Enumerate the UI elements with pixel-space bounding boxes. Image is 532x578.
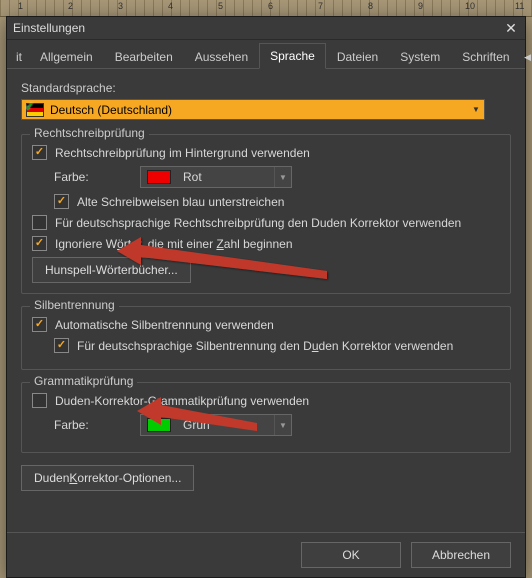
color-swatch-red	[147, 170, 171, 184]
grammar-color-label: Farbe:	[54, 418, 140, 432]
hunspell-dictionaries-button[interactable]: Hunspell-Wörterbücher...	[32, 257, 191, 283]
ruler: 1234567891011	[0, 0, 532, 17]
check-duden-grammar[interactable]	[32, 393, 47, 408]
check-old-spelling-label: Alte Schreibweisen blau unterstreichen	[77, 195, 284, 209]
ok-button[interactable]: OK	[301, 542, 401, 568]
check-background-spell-label: Rechtschreibprüfung im Hintergrund verwe…	[55, 146, 310, 160]
check-duden-hyphen[interactable]	[54, 338, 69, 353]
chevron-down-icon: ▼	[274, 167, 291, 187]
check-auto-hyphen[interactable]	[32, 317, 47, 332]
chevron-down-icon: ▼	[274, 415, 291, 435]
flag-de-icon	[26, 103, 44, 117]
tab-general[interactable]: Allgemein	[29, 44, 104, 69]
check-ignore-number-words-label: Ignoriere Wörter, die mit einer Zahl beg…	[55, 237, 293, 251]
spellcheck-legend: Rechtschreibprüfung	[30, 126, 149, 140]
spell-color-combo[interactable]: Rot ▼	[140, 166, 292, 188]
tab-edit[interactable]: Bearbeiten	[104, 44, 184, 69]
tab-files[interactable]: Dateien	[326, 44, 389, 69]
dialog-footer: OK Abbrechen	[7, 532, 525, 577]
check-duden-hyphen-label: Für deutschsprachige Silbentrennung den …	[77, 339, 453, 353]
tab-scroll-left-icon[interactable]: ◀	[521, 46, 532, 68]
hyphenation-legend: Silbentrennung	[30, 298, 119, 312]
grammar-group: Grammatikprüfung Duden-Korrektor-Grammat…	[21, 382, 511, 453]
check-old-spelling[interactable]	[54, 194, 69, 209]
check-duden-grammar-label: Duden-Korrektor-Grammatikprüfung verwend…	[55, 394, 309, 408]
spellcheck-group: Rechtschreibprüfung Rechtschreibprüfung …	[21, 134, 511, 294]
window-title: Einstellungen	[13, 21, 503, 35]
duden-korrektor-options-button[interactable]: Duden Korrektor-Optionen...	[21, 465, 194, 491]
tab-appearance[interactable]: Aussehen	[184, 44, 259, 69]
tab-fonts[interactable]: Schriften	[451, 44, 520, 69]
cancel-button[interactable]: Abbrechen	[411, 542, 511, 568]
tab-cut[interactable]: it	[11, 44, 29, 69]
grammar-legend: Grammatikprüfung	[30, 374, 137, 388]
grammar-color-value: Grün	[177, 418, 274, 432]
tab-system[interactable]: System	[389, 44, 451, 69]
tabstrip: it Allgemein Bearbeiten Aussehen Sprache…	[7, 40, 525, 69]
spell-color-value: Rot	[177, 170, 274, 184]
check-background-spell[interactable]	[32, 145, 47, 160]
tab-body: Standardsprache: Deutsch (Deutschland) ▼…	[7, 69, 525, 499]
settings-dialog: Einstellungen ✕ it Allgemein Bearbeiten …	[6, 16, 526, 578]
default-language-value: Deutsch (Deutschland)	[44, 103, 468, 117]
default-language-label: Standardsprache:	[21, 81, 511, 95]
hyphenation-group: Silbentrennung Automatische Silbentrennu…	[21, 306, 511, 370]
check-auto-hyphen-label: Automatische Silbentrennung verwenden	[55, 318, 274, 332]
chevron-down-icon: ▼	[468, 100, 484, 119]
spell-color-label: Farbe:	[54, 170, 140, 184]
check-duden-spell-label: Für deutschsprachige Rechtschreibprüfung…	[55, 216, 461, 230]
default-language-combo[interactable]: Deutsch (Deutschland) ▼	[21, 99, 485, 120]
check-ignore-number-words[interactable]	[32, 236, 47, 251]
grammar-color-combo[interactable]: Grün ▼	[140, 414, 292, 436]
titlebar: Einstellungen ✕	[7, 17, 525, 40]
close-icon[interactable]: ✕	[503, 20, 519, 36]
check-duden-spell[interactable]	[32, 215, 47, 230]
color-swatch-green	[147, 418, 171, 432]
tab-language[interactable]: Sprache	[259, 43, 326, 69]
